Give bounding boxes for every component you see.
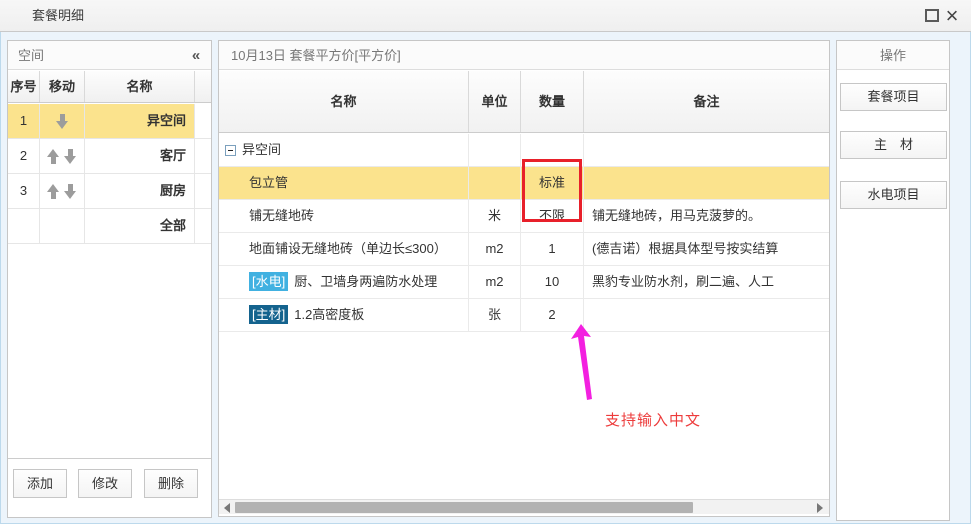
item-unit-cell: m2 xyxy=(469,266,521,298)
items-table-header: 名称 单位 数量 备注 xyxy=(219,71,829,133)
space-panel-header: 空间 « xyxy=(8,41,211,70)
plumbing-tag: [水电] xyxy=(249,272,288,291)
annotation-text: 支持输入中文 xyxy=(605,409,765,430)
items-table-body: 异空间 包立管 标准 铺无缝地砖 米 不限 铺无缝地砖，用马克菠萝的。 地面铺设… xyxy=(219,134,829,332)
col-header-remark: 备注 xyxy=(584,71,829,132)
operation-panel-header: 操作 xyxy=(837,41,949,70)
space-panel: 空间 « 序号 移动 名称 1 异空间 2 xyxy=(7,40,212,518)
item-qty-cell[interactable]: 10 xyxy=(521,266,584,298)
col-header-move: 移动 xyxy=(40,71,85,102)
annotation-arrow-icon xyxy=(567,324,597,404)
item-name-cell: 铺无缝地砖 xyxy=(219,200,469,232)
space-row-move xyxy=(40,104,85,138)
space-row-move xyxy=(40,174,85,208)
modify-button[interactable]: 修改 xyxy=(78,469,132,498)
item-remark-cell: 铺无缝地砖，用马克菠萝的。 xyxy=(584,200,829,232)
item-unit-cell xyxy=(469,167,521,199)
package-panel-header: 10月13日 套餐平方价[平方价] xyxy=(219,41,829,70)
move-up-icon[interactable] xyxy=(47,184,60,199)
item-unit-cell: m2 xyxy=(469,233,521,265)
col-header-name: 名称 xyxy=(219,71,469,132)
item-unit-cell: 米 xyxy=(469,200,521,232)
scrollbar-thumb[interactable] xyxy=(235,502,693,513)
move-down-icon[interactable] xyxy=(56,114,69,129)
item-qty-cell[interactable]: 标准 xyxy=(521,167,584,199)
operation-panel: 操作 套餐项目 主 材 水电项目 xyxy=(836,40,950,521)
col-header-no: 序号 xyxy=(8,71,40,102)
item-row[interactable]: 地面铺设无缝地砖（单边长≤300） m2 1 (德吉诺）根据具体型号按实结算 xyxy=(219,233,829,266)
item-name-cell: [主材] 1.2高密度板 xyxy=(219,299,469,331)
space-table-header: 序号 移动 名称 xyxy=(8,71,211,103)
move-down-icon[interactable] xyxy=(64,149,77,164)
move-up-icon[interactable] xyxy=(47,149,60,164)
maximize-icon[interactable] xyxy=(925,9,939,22)
space-row[interactable]: 全部 xyxy=(8,209,211,244)
close-icon[interactable]: × xyxy=(941,1,963,31)
space-row[interactable]: 2 客厅 xyxy=(8,139,211,174)
item-remark-cell: 黑豹专业防水剂，刷二遍、人工 xyxy=(584,266,829,298)
space-row[interactable]: 3 厨房 xyxy=(8,174,211,209)
item-row[interactable]: [水电] 厨、卫墙身两遍防水处理 m2 10 黑豹专业防水剂，刷二遍、人工 xyxy=(219,266,829,299)
horizontal-scrollbar[interactable] xyxy=(219,499,829,514)
space-row-name: 异空间 xyxy=(85,104,195,138)
space-row-name: 厨房 xyxy=(85,174,195,208)
item-remark-cell: (德吉诺）根据具体型号按实结算 xyxy=(584,233,829,265)
space-panel-footer: 添加 修改 删除 xyxy=(8,458,211,517)
package-detail-window: 套餐明细 × 空间 « 序号 移动 名称 1 异空间 2 xyxy=(0,0,971,524)
item-row-selected[interactable]: 包立管 标准 xyxy=(219,167,829,200)
space-row-no: 1 xyxy=(8,104,40,138)
col-header-unit: 单位 xyxy=(469,71,521,132)
group-name: 异空间 xyxy=(242,134,281,166)
scroll-left-icon[interactable] xyxy=(224,503,230,513)
item-qty-cell[interactable]: 不限 xyxy=(521,200,584,232)
item-name-cell: 地面铺设无缝地砖（单边长≤300） xyxy=(219,233,469,265)
item-qty-cell[interactable]: 1 xyxy=(521,233,584,265)
space-table-body: 1 异空间 2 客厅 3 xyxy=(8,104,211,244)
item-row[interactable]: [主材] 1.2高密度板 张 2 xyxy=(219,299,829,332)
space-row-no: 2 xyxy=(8,139,40,173)
material-tag: [主材] xyxy=(249,305,288,324)
title-bar: 套餐明细 × xyxy=(0,0,971,32)
delete-button[interactable]: 删除 xyxy=(144,469,198,498)
space-row-name: 全部 xyxy=(85,209,195,243)
item-name-cell: [水电] 厨、卫墙身两遍防水处理 xyxy=(219,266,469,298)
item-name: 厨、卫墙身两遍防水处理 xyxy=(294,274,437,289)
package-panel-title: 10月13日 套餐平方价[平方价] xyxy=(231,48,401,63)
space-row-selected[interactable]: 1 异空间 xyxy=(8,104,211,139)
space-row-name: 客厅 xyxy=(85,139,195,173)
move-down-icon[interactable] xyxy=(64,184,77,199)
item-unit-cell: 张 xyxy=(469,299,521,331)
scroll-right-icon[interactable] xyxy=(817,503,823,513)
group-row[interactable]: 异空间 xyxy=(219,134,829,167)
package-items-button[interactable]: 套餐项目 xyxy=(840,83,947,111)
item-remark-cell xyxy=(584,299,829,331)
add-button[interactable]: 添加 xyxy=(13,469,67,498)
col-header-name: 名称 xyxy=(85,71,195,102)
col-header-filler xyxy=(195,71,211,102)
space-row-no xyxy=(8,209,40,243)
collapse-group-icon[interactable] xyxy=(225,145,236,156)
space-row-move xyxy=(40,209,85,243)
item-name-cell: 包立管 xyxy=(219,167,469,199)
window-title: 套餐明细 xyxy=(32,0,84,32)
collapse-panel-icon[interactable]: « xyxy=(187,41,205,70)
group-name-cell: 异空间 xyxy=(219,134,469,166)
col-header-qty: 数量 xyxy=(521,71,584,132)
space-panel-title: 空间 xyxy=(18,48,44,63)
item-row[interactable]: 铺无缝地砖 米 不限 铺无缝地砖，用马克菠萝的。 xyxy=(219,200,829,233)
main-material-button[interactable]: 主 材 xyxy=(840,131,947,159)
item-remark-cell xyxy=(584,167,829,199)
space-row-no: 3 xyxy=(8,174,40,208)
package-items-panel: 10月13日 套餐平方价[平方价] 名称 单位 数量 备注 异空间 包立管 标准 xyxy=(218,40,830,517)
item-qty-cell[interactable]: 2 xyxy=(521,299,584,331)
plumbing-items-button[interactable]: 水电项目 xyxy=(840,181,947,209)
item-name: 1.2高密度板 xyxy=(294,307,364,322)
space-row-move xyxy=(40,139,85,173)
